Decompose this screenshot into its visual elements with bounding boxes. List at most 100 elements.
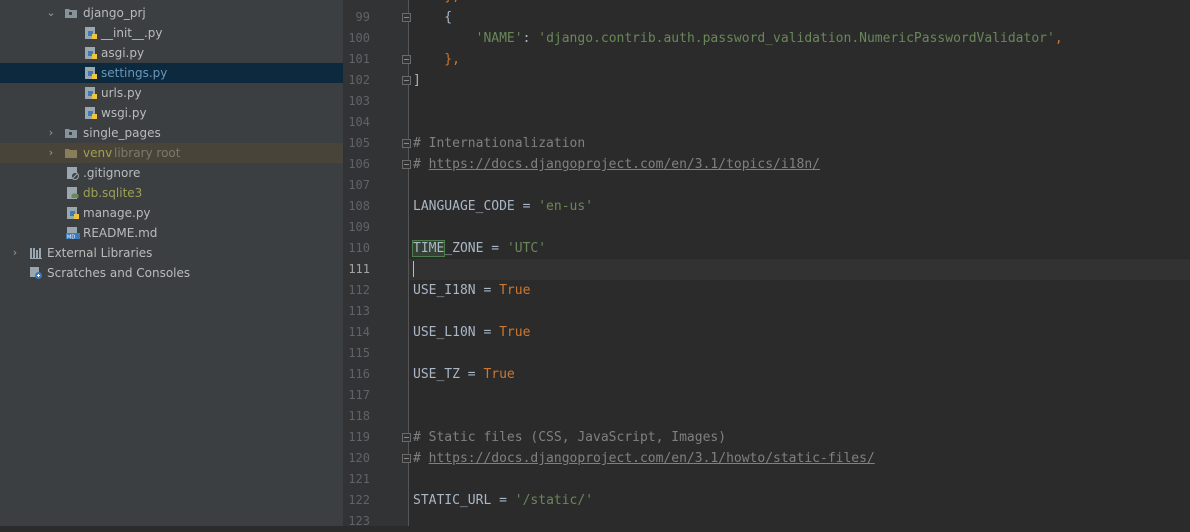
fold-marker-icon[interactable]: [402, 76, 411, 85]
code-line[interactable]: USE_L10N = True: [413, 322, 530, 343]
keyword-value: True: [483, 367, 515, 382]
code-line[interactable]: STATIC_URL = '/static/': [413, 490, 593, 511]
code-line-partial[interactable]: },: [413, 0, 460, 7]
string-value: 'UTC': [506, 241, 547, 256]
tree-item-db-sqlite3[interactable]: db.sqlite3: [0, 183, 343, 203]
tree-item-venv[interactable]: › venv library root: [0, 143, 343, 163]
fold-marker-icon[interactable]: [402, 13, 411, 22]
chevron-right-icon[interactable]: ›: [45, 143, 57, 163]
comment-prefix: #: [413, 157, 429, 172]
line-number: 117: [348, 388, 370, 402]
variable-name: LANGUAGE_CODE: [413, 199, 515, 214]
tree-item-label: asgi.py: [101, 46, 145, 60]
project-tool-window: ⌄ django_prj __init__.py asgi.py setting…: [0, 0, 343, 526]
string-value: '/static/': [514, 493, 594, 508]
tree-item-label: __init__.py: [101, 26, 163, 40]
code-line[interactable]: {: [413, 7, 452, 28]
tree-item-init-py[interactable]: __init__.py: [0, 23, 343, 43]
line-number: 112: [348, 283, 370, 297]
tree-item-label: README.md: [83, 226, 158, 240]
database-file-icon: [67, 187, 79, 199]
tree-item-single-pages[interactable]: › single_pages: [0, 123, 343, 143]
line-number: 114: [348, 325, 370, 339]
keyword-value: True: [499, 283, 531, 298]
folder-icon: [65, 9, 77, 18]
comment-line[interactable]: # Static files (CSS, JavaScript, Images): [413, 427, 726, 448]
tree-item-label: wsgi.py: [101, 106, 147, 120]
string-value: 'en-us': [538, 199, 594, 214]
tree-item-gitignore[interactable]: .gitignore: [0, 163, 343, 183]
docs-link[interactable]: https://docs.djangoproject.com/en/3.1/to…: [429, 157, 820, 172]
line-number: 108: [348, 199, 370, 213]
fold-marker-icon[interactable]: [402, 139, 411, 148]
tree-item-label: Scratches and Consoles: [47, 266, 191, 280]
tree-item-label: External Libraries: [47, 246, 153, 260]
line-number: 113: [348, 304, 370, 318]
code-line[interactable]: },: [413, 49, 460, 70]
fold-marker-icon[interactable]: [402, 160, 411, 169]
chevron-right-icon[interactable]: ›: [9, 243, 21, 263]
tree-item-django-prj[interactable]: ⌄ django_prj: [0, 3, 343, 23]
code-line[interactable]: USE_I18N = True: [413, 280, 530, 301]
variable-name: _ZONE: [444, 241, 484, 256]
line-number: 100: [348, 31, 370, 45]
tree-item-scratches[interactable]: Scratches and Consoles: [0, 263, 343, 283]
code-line[interactable]: ]: [413, 70, 421, 91]
comment-link-line[interactable]: # https://docs.djangoproject.com/en/3.1/…: [413, 448, 875, 469]
tree-item-external-libraries[interactable]: › External Libraries: [0, 243, 343, 263]
line-number: 102: [348, 73, 370, 87]
fold-marker-icon[interactable]: [402, 55, 411, 64]
tree-item-settings-py[interactable]: settings.py: [0, 63, 343, 83]
line-number: 106: [348, 157, 370, 171]
assign-op: =: [491, 493, 515, 508]
search-highlight: TIME: [411, 240, 446, 257]
code-line[interactable]: USE_TZ = True: [413, 364, 515, 385]
tree-item-label: db.sqlite3: [83, 186, 143, 200]
tree-item-readme[interactable]: MD README.md: [0, 223, 343, 243]
python-file-icon: [85, 87, 97, 99]
fold-marker-icon[interactable]: [402, 433, 411, 442]
tree-item-urls-py[interactable]: urls.py: [0, 83, 343, 103]
line-number: 119: [348, 430, 370, 444]
line-number: 104: [348, 115, 370, 129]
current-line-highlight: [409, 259, 1190, 280]
python-file-icon: [85, 27, 97, 39]
line-number: 110: [348, 241, 370, 255]
line-number: 109: [348, 220, 370, 234]
code-line[interactable]: LANGUAGE_CODE = 'en-us': [413, 196, 593, 217]
assign-op: =: [475, 283, 500, 298]
comment-link-line[interactable]: # https://docs.djangoproject.com/en/3.1/…: [413, 154, 820, 175]
dict-key-string: 'NAME': [475, 31, 523, 46]
line-number: 103: [348, 94, 370, 108]
code-line[interactable]: TIME_ZONE = 'UTC': [411, 238, 547, 259]
comment-line[interactable]: # Internationalization: [413, 133, 585, 154]
tree-item-label: single_pages: [83, 126, 161, 140]
library-root-hint: library root: [114, 146, 181, 160]
fold-marker-icon[interactable]: [402, 454, 411, 463]
tree-item-asgi-py[interactable]: asgi.py: [0, 43, 343, 63]
line-number: 99: [355, 10, 370, 24]
svg-text:MD: MD: [67, 235, 75, 241]
assign-op: =: [514, 199, 539, 214]
tree-item-label: urls.py: [101, 86, 142, 100]
code-line[interactable]: 'NAME': 'django.contrib.auth.password_va…: [413, 28, 1063, 49]
line-number: 121: [348, 472, 370, 486]
python-file-icon: [85, 107, 97, 119]
markdown-file-icon: MD: [66, 227, 80, 241]
comma: ,: [1054, 31, 1063, 46]
docs-link[interactable]: https://docs.djangoproject.com/en/3.1/ho…: [429, 451, 875, 466]
excluded-folder-icon: [65, 149, 77, 158]
variable-name: USE_L10N: [413, 325, 476, 340]
line-number: 118: [348, 409, 370, 423]
tree-item-label: settings.py: [101, 66, 168, 80]
chevron-down-icon[interactable]: ⌄: [45, 3, 57, 23]
python-file-icon: [85, 67, 97, 79]
chevron-right-icon[interactable]: ›: [45, 123, 57, 143]
tree-item-manage-py[interactable]: manage.py: [0, 203, 343, 223]
assign-op: =: [459, 367, 484, 382]
assign-op: =: [475, 325, 500, 340]
tree-item-wsgi-py[interactable]: wsgi.py: [0, 103, 343, 123]
tree-item-label: venv: [83, 146, 113, 160]
python-file-icon: [85, 47, 97, 59]
line-number: 105: [348, 136, 370, 150]
